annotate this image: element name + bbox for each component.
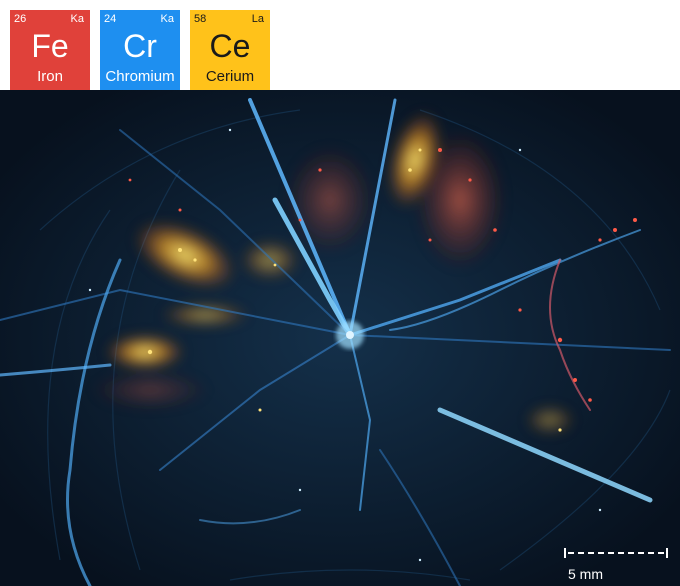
element-name: Iron bbox=[37, 68, 63, 85]
emission-line: La bbox=[251, 13, 264, 25]
element-symbol: Fe bbox=[31, 28, 69, 64]
scale-bar: 5 mm bbox=[564, 548, 668, 582]
element-symbol: Cr bbox=[123, 28, 157, 64]
emission-line: Ka bbox=[70, 13, 84, 25]
element-tile-cr: 24 Ka Cr Chromium bbox=[100, 10, 180, 90]
element-name: Cerium bbox=[205, 68, 255, 85]
scale-bar-line bbox=[564, 548, 668, 558]
element-legend: 26 Ka Fe Iron 24 Ka Cr Chromium 58 La Ce… bbox=[0, 0, 680, 90]
emission-line: Ka bbox=[160, 13, 174, 25]
scale-bar-label: 5 mm bbox=[568, 566, 603, 582]
element-tile-fe: 26 Ka Fe Iron bbox=[10, 10, 90, 90]
xrf-element-map bbox=[0, 90, 680, 586]
atomic-number: 26 bbox=[14, 13, 27, 25]
element-name: Chromium bbox=[105, 68, 175, 85]
wood-cross-section-image bbox=[0, 90, 680, 586]
element-tile-ce: 58 La Ce Cerium bbox=[190, 10, 270, 90]
atomic-number: 58 bbox=[194, 13, 207, 25]
atomic-number: 24 bbox=[104, 13, 117, 25]
element-symbol: Ce bbox=[209, 28, 251, 64]
